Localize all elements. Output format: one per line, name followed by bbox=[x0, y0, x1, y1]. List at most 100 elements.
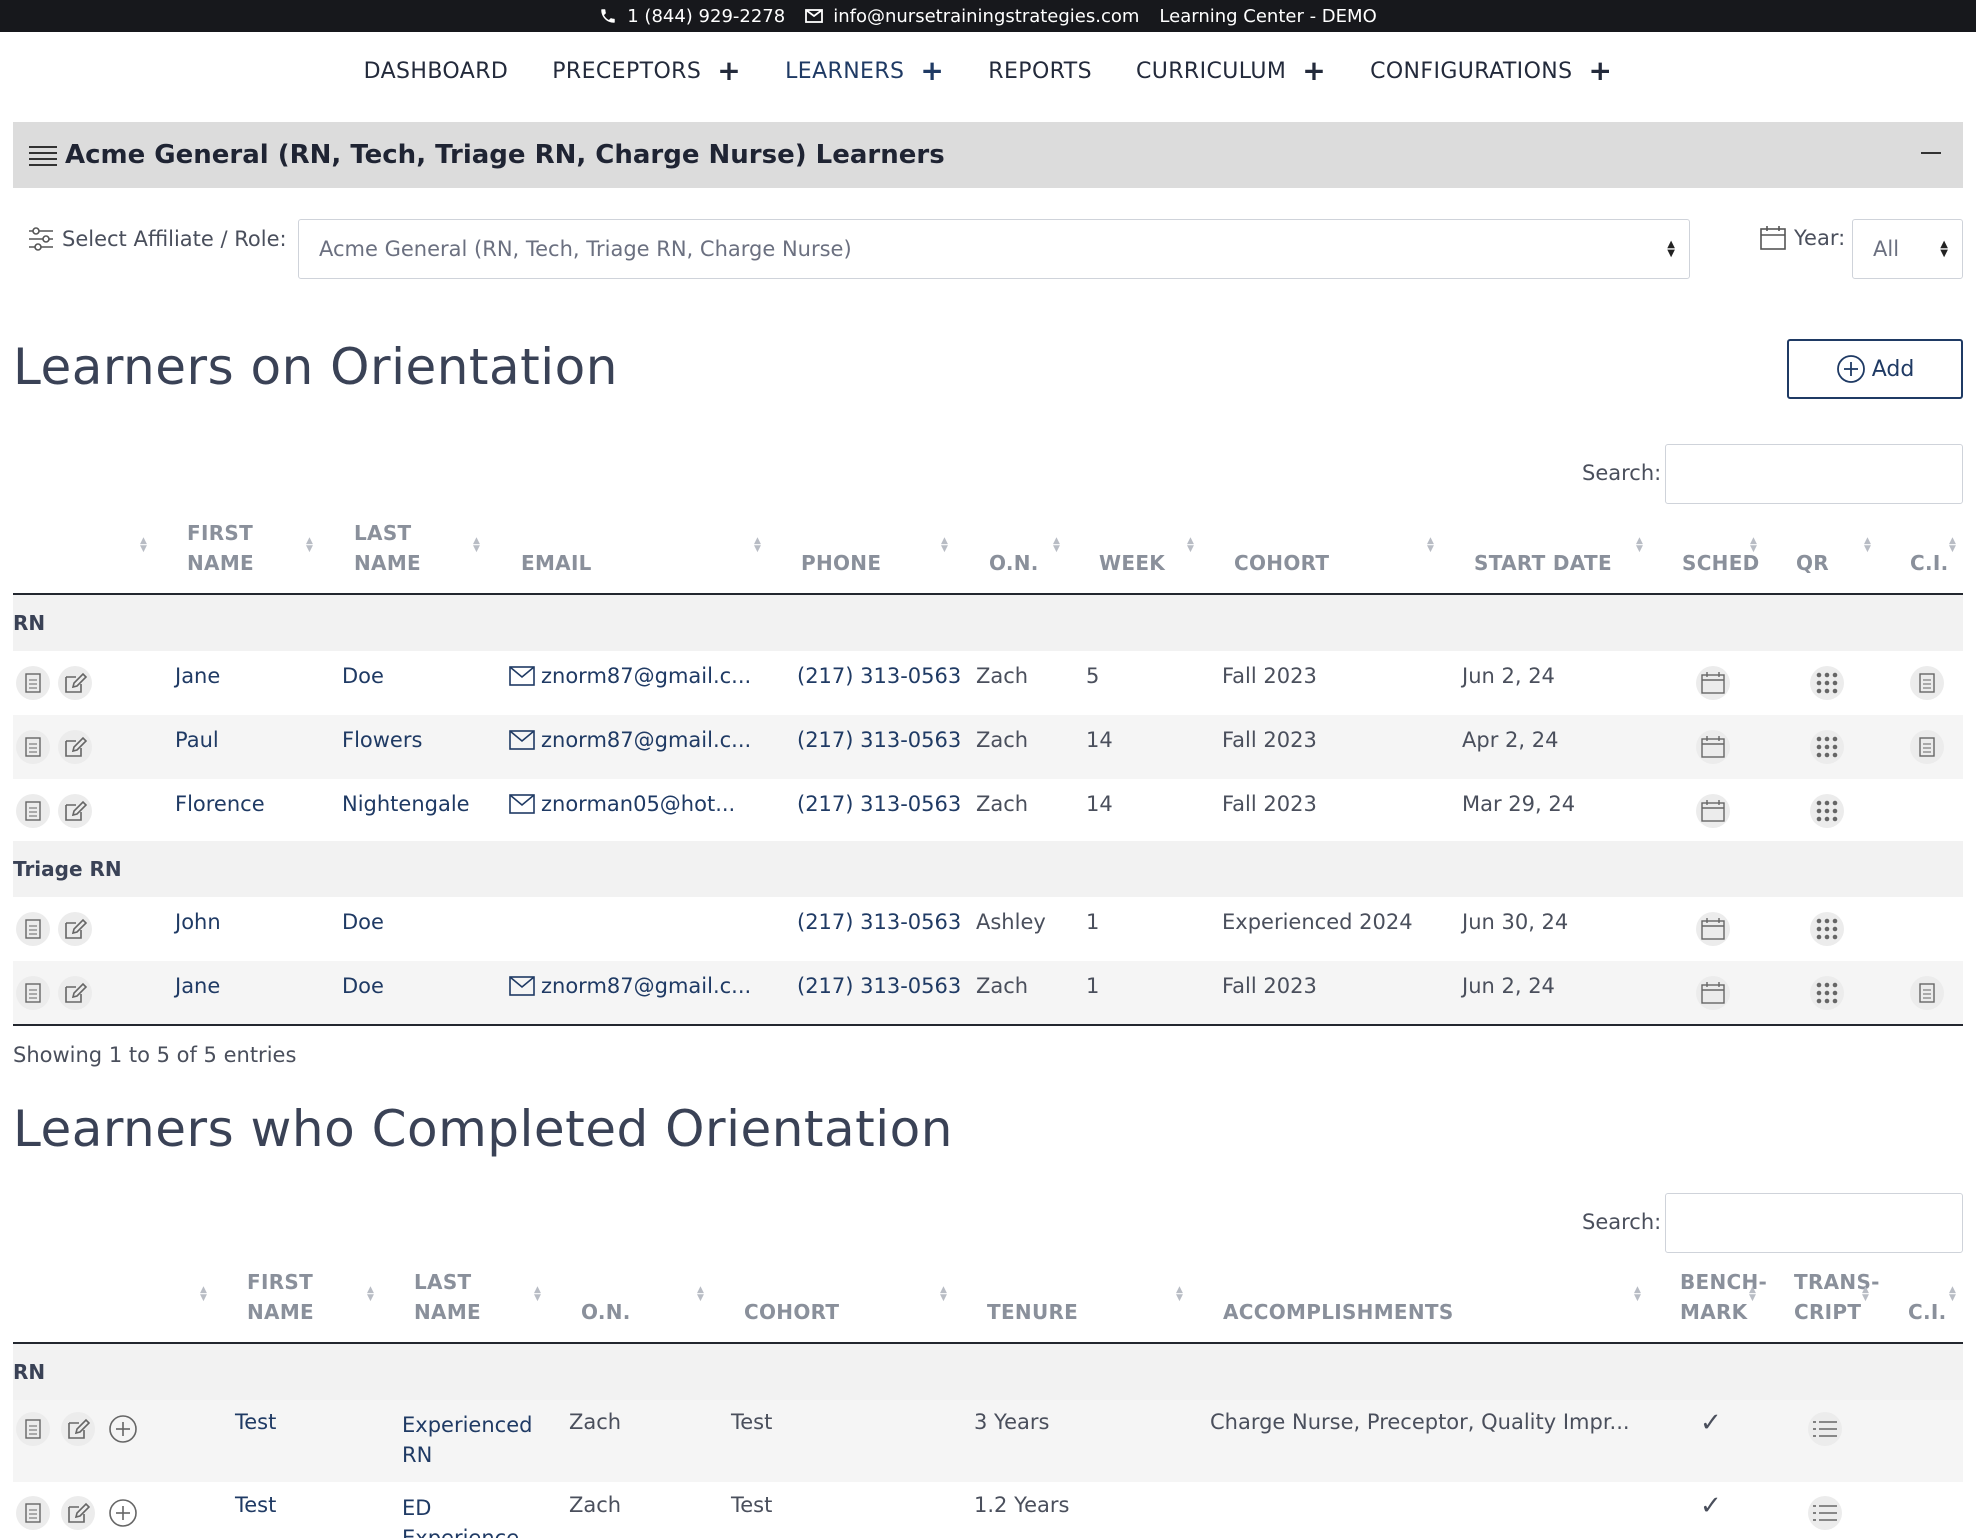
sort-icon[interactable]: ▲ ▼ bbox=[534, 1286, 541, 1303]
sort-icon[interactable]: ▲ ▼ bbox=[1187, 537, 1194, 554]
sort-icon[interactable]: ▲ ▼ bbox=[1949, 537, 1956, 554]
first-name-cell[interactable]: Jane bbox=[175, 974, 220, 998]
qr-grid-icon[interactable] bbox=[1810, 794, 1844, 828]
completed-search-input[interactable] bbox=[1665, 1193, 1963, 1253]
sort-icon[interactable]: ▲ ▼ bbox=[697, 1286, 704, 1303]
nav-learners[interactable]: LEARNERS + bbox=[785, 57, 944, 85]
document-icon[interactable] bbox=[16, 1496, 50, 1530]
col-last-name[interactable]: LAST NAME bbox=[414, 1267, 481, 1327]
last-name-cell[interactable]: Flowers bbox=[342, 728, 422, 752]
document-icon[interactable] bbox=[16, 1412, 50, 1446]
calendar-icon[interactable] bbox=[1696, 794, 1730, 828]
edit-icon[interactable] bbox=[58, 666, 92, 700]
plus-circle-icon[interactable] bbox=[106, 1412, 140, 1446]
col-accomplishments[interactable]: ACCOMPLISHMENTS bbox=[1223, 1297, 1454, 1327]
document-icon[interactable] bbox=[16, 912, 50, 946]
sort-icon[interactable]: ▲ ▼ bbox=[1634, 1286, 1641, 1303]
email-cell[interactable]: znorm87@gmail.c... bbox=[509, 974, 751, 998]
nav-dashboard[interactable]: DASHBOARD bbox=[364, 59, 509, 84]
topbar-phone[interactable]: 1 (844) 929-2278 bbox=[599, 6, 785, 27]
document-icon[interactable] bbox=[1910, 666, 1944, 700]
sort-icon[interactable]: ▲ ▼ bbox=[1864, 537, 1871, 554]
col-start-date[interactable]: START DATE bbox=[1474, 548, 1612, 578]
sort-icon[interactable]: ▲ ▼ bbox=[140, 537, 147, 554]
last-name-cell[interactable]: ED Experience bbox=[402, 1493, 519, 1538]
col-week[interactable]: WEEK bbox=[1099, 548, 1165, 578]
phone-cell[interactable]: (217) 313-0563 bbox=[797, 728, 961, 752]
col-ci[interactable]: C.I. bbox=[1910, 548, 1949, 578]
edit-icon[interactable] bbox=[58, 912, 92, 946]
nav-configurations[interactable]: CONFIGURATIONS + bbox=[1370, 57, 1613, 85]
col-cohort[interactable]: COHORT bbox=[1234, 548, 1329, 578]
nav-reports[interactable]: REPORTS bbox=[988, 59, 1092, 84]
calendar-icon[interactable] bbox=[1696, 730, 1730, 764]
last-name-cell[interactable]: Doe bbox=[342, 974, 384, 998]
col-phone[interactable]: PHONE bbox=[801, 548, 881, 578]
plus-icon[interactable]: + bbox=[717, 57, 741, 85]
plus-icon[interactable]: + bbox=[920, 57, 944, 85]
nav-curriculum[interactable]: CURRICULUM + bbox=[1136, 57, 1326, 85]
last-name-cell[interactable]: Doe bbox=[342, 910, 384, 934]
affiliate-role-select[interactable]: Acme General (RN, Tech, Triage RN, Charg… bbox=[298, 219, 1690, 279]
plus-icon[interactable]: + bbox=[1589, 57, 1613, 85]
add-learner-button[interactable]: Add bbox=[1787, 339, 1963, 399]
document-icon[interactable] bbox=[16, 794, 50, 828]
last-name-cell[interactable]: Experienced RN bbox=[402, 1410, 532, 1470]
sort-icon[interactable]: ▲ ▼ bbox=[1053, 537, 1060, 554]
sort-icon[interactable]: ▲ ▼ bbox=[367, 1286, 374, 1303]
col-tenure[interactable]: TENURE bbox=[987, 1297, 1078, 1327]
col-on[interactable]: O.N. bbox=[989, 548, 1039, 578]
nav-preceptors[interactable]: PRECEPTORS + bbox=[552, 57, 741, 85]
first-name-cell[interactable]: Jane bbox=[175, 664, 220, 688]
col-last-name[interactable]: LAST NAME bbox=[354, 518, 421, 578]
sort-icon[interactable]: ▲ ▼ bbox=[1750, 537, 1757, 554]
year-select[interactable]: All ▲ ▼ bbox=[1852, 219, 1963, 279]
phone-cell[interactable]: (217) 313-0563 bbox=[797, 664, 961, 688]
edit-icon[interactable] bbox=[61, 1496, 95, 1530]
document-icon[interactable] bbox=[16, 976, 50, 1010]
collapse-icon[interactable] bbox=[1921, 152, 1941, 154]
qr-grid-icon[interactable] bbox=[1810, 976, 1844, 1010]
last-name-cell[interactable]: Nightengale bbox=[342, 792, 470, 816]
table-row[interactable]: Jane Doe znorm87@gmail.c... (217) 313-05… bbox=[13, 651, 1963, 715]
first-name-cell[interactable]: John bbox=[175, 910, 221, 934]
table-row[interactable]: Test ED Experience Zach Test 1.2 Years ✓ bbox=[13, 1482, 1963, 1538]
table-row[interactable]: Florence Nightengale znorman05@hot... (2… bbox=[13, 779, 1963, 843]
first-name-cell[interactable]: Florence bbox=[175, 792, 265, 816]
topbar-email[interactable]: info@nursetrainingstrategies.com bbox=[805, 6, 1139, 27]
col-email[interactable]: EMAIL bbox=[521, 548, 592, 578]
calendar-icon[interactable] bbox=[1696, 912, 1730, 946]
sort-icon[interactable]: ▲ ▼ bbox=[1427, 537, 1434, 554]
first-name-cell[interactable]: Paul bbox=[175, 728, 219, 752]
col-ci[interactable]: C.I. bbox=[1908, 1297, 1947, 1327]
phone-cell[interactable]: (217) 313-0563 bbox=[797, 974, 961, 998]
sort-icon[interactable]: ▲ ▼ bbox=[306, 537, 313, 554]
plus-circle-icon[interactable] bbox=[106, 1496, 140, 1530]
list-icon[interactable] bbox=[1808, 1496, 1842, 1530]
orientation-search-input[interactable] bbox=[1665, 444, 1963, 504]
sort-icon[interactable]: ▲ ▼ bbox=[200, 1286, 207, 1303]
edit-icon[interactable] bbox=[58, 794, 92, 828]
sort-icon[interactable]: ▲ ▼ bbox=[941, 537, 948, 554]
email-cell[interactable]: znorman05@hot... bbox=[509, 792, 735, 816]
document-icon[interactable] bbox=[16, 666, 50, 700]
sort-icon[interactable]: ▲ ▼ bbox=[473, 537, 480, 554]
email-cell[interactable]: znorm87@gmail.c... bbox=[509, 728, 751, 752]
phone-cell[interactable]: (217) 313-0563 bbox=[797, 792, 961, 816]
calendar-icon[interactable] bbox=[1696, 976, 1730, 1010]
sort-icon[interactable]: ▲ ▼ bbox=[940, 1286, 947, 1303]
first-name-cell[interactable]: Test bbox=[235, 1410, 276, 1434]
edit-icon[interactable] bbox=[58, 730, 92, 764]
sort-icon[interactable]: ▲ ▼ bbox=[1749, 1286, 1756, 1303]
sort-icon[interactable]: ▲ ▼ bbox=[1176, 1286, 1183, 1303]
table-row[interactable]: John Doe (217) 313-0563 Ashley 1 Experie… bbox=[13, 897, 1963, 961]
qr-grid-icon[interactable] bbox=[1810, 730, 1844, 764]
edit-icon[interactable] bbox=[61, 1412, 95, 1446]
phone-cell[interactable]: (217) 313-0563 bbox=[797, 910, 961, 934]
qr-grid-icon[interactable] bbox=[1810, 666, 1844, 700]
calendar-icon[interactable] bbox=[1696, 666, 1730, 700]
qr-grid-icon[interactable] bbox=[1810, 912, 1844, 946]
document-icon[interactable] bbox=[1910, 976, 1944, 1010]
sort-icon[interactable]: ▲ ▼ bbox=[754, 537, 761, 554]
document-icon[interactable] bbox=[16, 730, 50, 764]
